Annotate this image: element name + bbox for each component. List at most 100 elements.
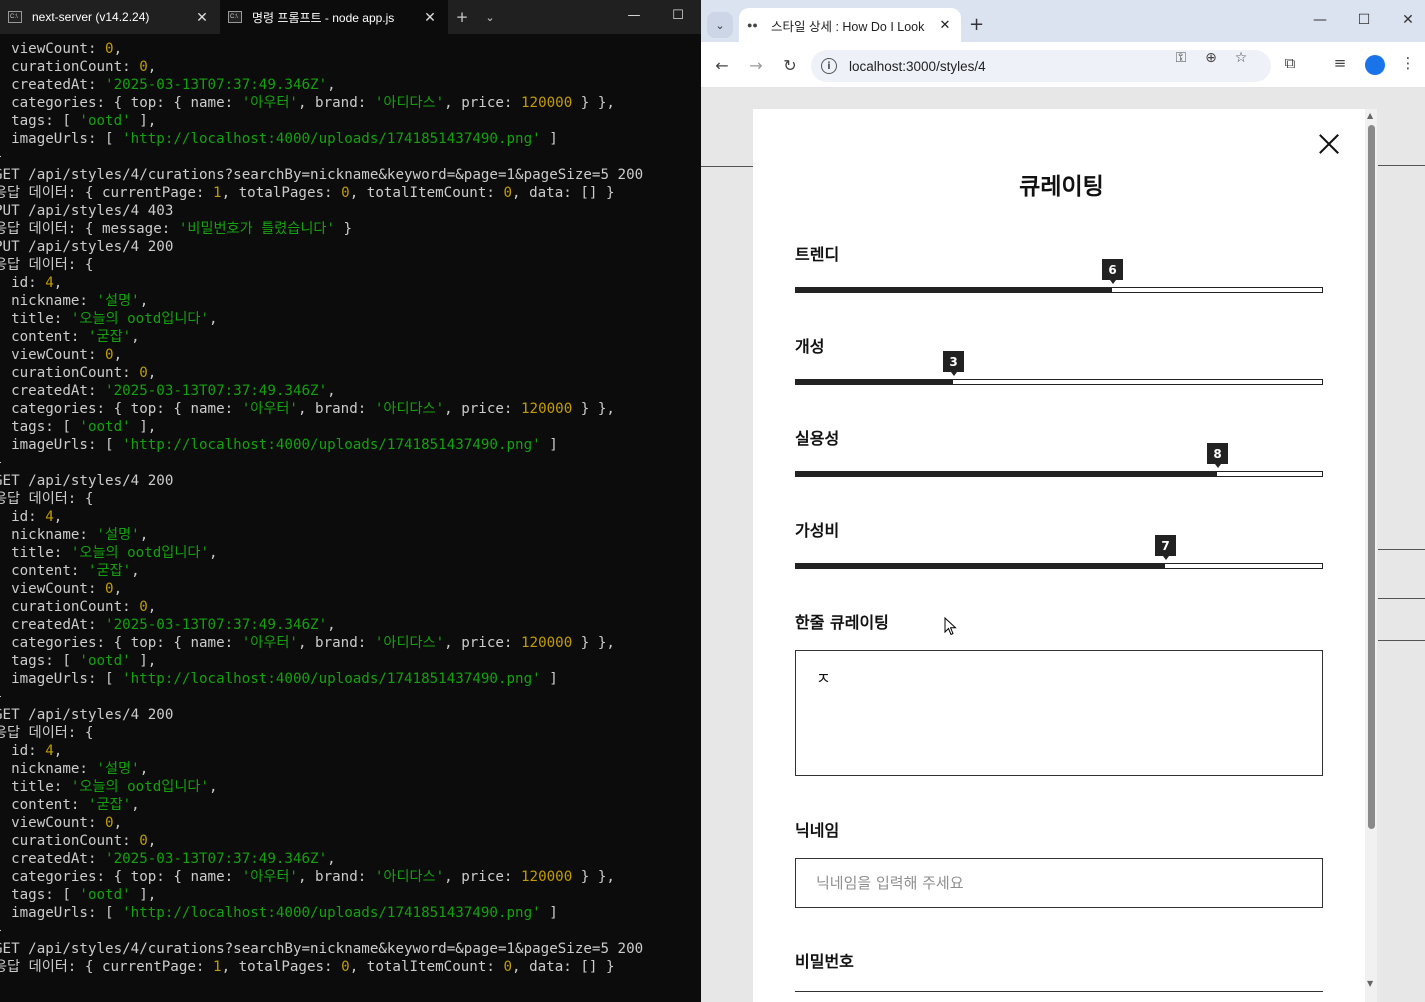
terminal-text: ,: [139, 527, 149, 543]
terminal-line: tags: [ 'ootd' ],: [0, 886, 695, 904]
close-icon[interactable]: ✕: [192, 9, 212, 26]
terminal-tab-title: 명령 프롬프트 - node app.js: [252, 10, 395, 25]
terminal-tab-next-server[interactable]: C:\ next-server (v14.2.24) ✕: [0, 0, 220, 34]
terminal-text: '오늘의 ootd입니다': [70, 545, 209, 561]
terminal-text: title:: [0, 779, 71, 795]
terminal-line: GET /api/styles/4/curations?searchBy=nic…: [0, 166, 695, 184]
close-window-button[interactable]: ✕: [1393, 12, 1423, 28]
bookmark-star-icon[interactable]: ☆: [1231, 50, 1251, 66]
terminal-line: PUT /api/styles/4 403: [0, 202, 695, 220]
terminal-text: '굳잡': [87, 329, 132, 345]
slider-cost-effectiveness[interactable]: 7: [795, 535, 1323, 569]
terminal-text: tags: [: [0, 653, 80, 669]
terminal-text: ,: [147, 365, 157, 381]
minimize-button[interactable]: —: [1305, 12, 1335, 28]
modal-scrollbar[interactable]: ▲ ▼: [1365, 109, 1377, 1002]
terminal-text: 0: [105, 41, 114, 57]
slider-handle[interactable]: 7: [1155, 535, 1176, 560]
site-info-icon[interactable]: i: [821, 58, 837, 74]
tab-search-button[interactable]: ⌄: [707, 12, 733, 38]
terminal-line: id: 4,: [0, 274, 695, 292]
terminal-text: ],: [130, 419, 157, 435]
slider-practicality[interactable]: 8: [795, 443, 1323, 477]
maximize-button[interactable]: ☐: [1349, 12, 1379, 28]
terminal-line: title: '오늘의 ootd입니다',: [0, 544, 695, 562]
terminal-text: '오늘의 ootd입니다': [70, 779, 209, 795]
terminal-line: }: [0, 922, 695, 940]
slider-handle[interactable]: 8: [1207, 443, 1228, 468]
terminal-text: ,: [131, 797, 140, 813]
terminal-text: 0: [105, 347, 114, 363]
terminal-line: categories: { top: { name: '아우터', brand:…: [0, 94, 695, 112]
browser-window: ⌄ ●● 스타일 상세 : How Do I Look ✕ + — ☐ ✕ ← …: [701, 0, 1425, 1002]
curation-textarea[interactable]: [795, 650, 1323, 776]
terminal-text: , data: [] }: [512, 185, 615, 201]
terminal-text: '2025-03-13T07:37:49.346Z': [105, 617, 328, 633]
terminal-text: ,: [147, 599, 157, 615]
terminal-line: categories: { top: { name: '아우터', brand:…: [0, 400, 695, 418]
scrollbar-thumb[interactable]: [1368, 125, 1375, 829]
terminal-text: , totalPages:: [221, 959, 342, 975]
terminal-line: nickname: '설명',: [0, 760, 695, 778]
maximize-button[interactable]: ☐: [656, 0, 700, 30]
terminal-text: ],: [130, 113, 157, 129]
new-tab-button[interactable]: +: [448, 0, 476, 34]
slider-label-personality: 개성: [795, 337, 825, 356]
scroll-down-icon[interactable]: ▼: [1367, 979, 1373, 988]
terminal-text: PUT /api/styles/4 403: [0, 203, 174, 219]
terminal-text: ]: [540, 671, 558, 687]
terminal-line: 응답 데이터: { currentPage: 1, totalPages: 0,…: [0, 184, 695, 202]
terminal-line: categories: { top: { name: '아우터', brand:…: [0, 868, 695, 886]
browser-tab[interactable]: ●● 스타일 상세 : How Do I Look ✕: [739, 8, 961, 42]
forward-button[interactable]: →: [745, 54, 767, 76]
new-tab-button[interactable]: +: [969, 14, 984, 35]
terminal-text: ],: [130, 653, 157, 669]
background-divider: [1378, 549, 1425, 550]
password-key-icon[interactable]: ⚿: [1171, 50, 1191, 66]
terminal-text: 1: [213, 185, 222, 201]
media-control-icon[interactable]: ≡: [1329, 54, 1351, 72]
terminal-text: ]: [540, 437, 558, 453]
nickname-input[interactable]: [795, 858, 1323, 908]
terminal-text: nickname:: [0, 293, 97, 309]
password-input[interactable]: [795, 991, 1323, 1002]
slider-handle[interactable]: 6: [1102, 259, 1123, 284]
extensions-icon[interactable]: ⧉: [1279, 54, 1301, 72]
terminal-text: categories: { top: { name:: [0, 869, 242, 885]
slider-handle[interactable]: 3: [943, 351, 964, 376]
terminal-line: 응답 데이터: {: [0, 256, 695, 274]
terminal-text: 0: [139, 59, 148, 75]
terminal-text: }: [335, 221, 353, 237]
terminal-text: viewCount:: [0, 815, 106, 831]
slider-trendy[interactable]: 6: [795, 259, 1323, 293]
terminal-text: 'ootd': [79, 419, 131, 435]
terminal-line: }: [0, 688, 695, 706]
reload-button[interactable]: ↻: [779, 54, 801, 76]
terminal-text: 응답 데이터: {: [0, 257, 94, 273]
terminal-text: 'ootd': [79, 113, 131, 129]
terminal-text: imageUrls: [: [0, 905, 123, 921]
close-icon[interactable]: ✕: [937, 17, 953, 33]
terminal-text: '아디다스': [374, 95, 445, 111]
terminal-text: ,: [147, 833, 157, 849]
terminal-line: curationCount: 0,: [0, 364, 695, 382]
back-button[interactable]: ←: [711, 54, 733, 76]
terminal-text: }: [0, 149, 3, 165]
slider-personality[interactable]: 3: [795, 351, 1323, 385]
minimize-button[interactable]: —: [612, 0, 656, 30]
zoom-icon[interactable]: ⊕: [1201, 50, 1221, 66]
mouse-cursor-icon: [944, 617, 957, 636]
close-icon[interactable]: [1315, 131, 1343, 159]
terminal-text: '아디다스': [374, 869, 445, 885]
terminal-text: ,: [139, 761, 149, 777]
terminal-line: GET /api/styles/4 200: [0, 706, 695, 724]
close-icon[interactable]: ✕: [420, 9, 440, 26]
tab-dropdown-button[interactable]: ⌄: [476, 0, 504, 34]
terminal-line: viewCount: 0,: [0, 346, 695, 364]
menu-icon[interactable]: ⋮: [1397, 54, 1419, 72]
profile-avatar[interactable]: [1365, 55, 1385, 75]
terminal-line: imageUrls: [ 'http://localhost:4000/uplo…: [0, 130, 695, 148]
terminal-tab-node[interactable]: C:\ 명령 프롬프트 - node app.js ✕: [220, 0, 448, 34]
url-text: localhost:3000/styles/4: [849, 58, 986, 74]
scroll-up-icon[interactable]: ▲: [1367, 111, 1373, 120]
